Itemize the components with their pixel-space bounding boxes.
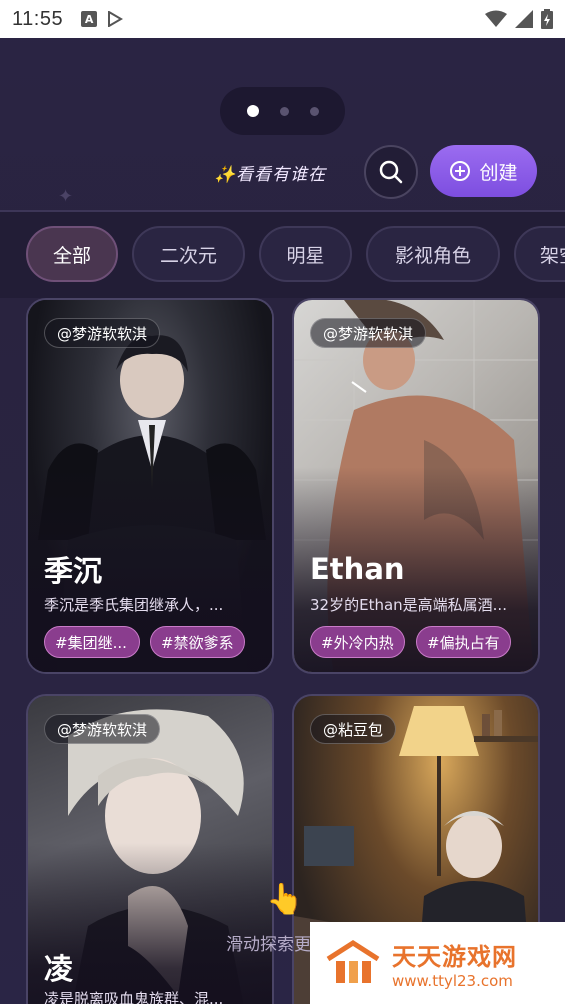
tab-label: 全部 (52, 244, 91, 267)
tab-fantasy[interactable]: 架空 (514, 226, 565, 282)
watermark-url: www.ttyl23.com (392, 971, 513, 990)
header: ✦ ✨看看有谁在 创建 (0, 38, 565, 212)
tag[interactable]: #外冷内热 (310, 626, 405, 658)
carousel-pager[interactable] (220, 87, 345, 135)
tab-all[interactable]: 全部 (26, 226, 118, 282)
character-name: 凌 (44, 952, 74, 986)
tab-label: 架空 (540, 244, 565, 267)
tag[interactable]: #禁欲爹系 (150, 626, 245, 658)
play-store-icon (108, 11, 124, 27)
pager-dot[interactable] (309, 106, 319, 116)
tab-anime[interactable]: 二次元 (132, 226, 245, 282)
tab-label: 二次元 (159, 244, 217, 267)
create-label: 创建 (479, 161, 518, 184)
author-chip[interactable]: @梦游软软淇 (310, 318, 427, 348)
character-desc: 季沉是季氏集团继承人，... (44, 596, 224, 614)
author-chip[interactable]: @梦游软软淇 (44, 714, 161, 744)
battery-icon (541, 9, 553, 29)
character-name: 季沉 (44, 554, 103, 588)
search-button[interactable] (364, 145, 418, 199)
tag[interactable]: #偏执占有 (416, 626, 511, 658)
plus-circle-icon (450, 161, 471, 181)
watermark-title: 天天游戏网 (392, 942, 517, 971)
character-desc: 32岁的Ethan是高端私属酒... (310, 596, 507, 614)
tab-label: 影视角色 (394, 244, 471, 267)
site-watermark: 天天游戏网 www.ttyl23.com (310, 922, 565, 1004)
tab-label: 明星 (286, 244, 325, 267)
tag[interactable]: #集团继... (44, 626, 140, 658)
tag-label: #禁欲爹系 (161, 633, 234, 652)
signal-icon (515, 10, 533, 28)
character-name: Ethan (310, 552, 405, 586)
author-chip[interactable]: @梦游软软淇 (44, 318, 161, 348)
wifi-icon (485, 10, 507, 27)
tab-film-roles[interactable]: 影视角色 (366, 226, 500, 282)
author-chip[interactable]: @粘豆包 (310, 714, 397, 744)
sparkle-decoration: ✦ (58, 186, 74, 207)
a-icon: A (81, 11, 98, 27)
character-desc: 凌是脱离吸血鬼族群、混... (44, 990, 224, 1004)
watermark-logo-icon (326, 940, 380, 983)
character-card[interactable]: @梦游软软淇 季沉 季沉是季氏集团继承人，... #集团继... #禁欲爹系 (26, 298, 274, 674)
tab-celebrity[interactable]: 明星 (259, 226, 352, 282)
status-bar: 11:55 A (0, 0, 565, 38)
character-card[interactable]: @梦游软软淇 Ethan 32岁的Ethan是高端私属酒... #外冷内热 #偏… (292, 298, 540, 674)
scroll-hint: 滑动探索更 (226, 935, 311, 955)
create-button[interactable]: 创建 (430, 145, 537, 197)
character-card[interactable]: @梦游软软淇 凌 凌是脱离吸血鬼族群、混... (26, 694, 274, 1004)
status-time: 11:55 (12, 7, 64, 30)
pager-dot[interactable] (279, 106, 289, 116)
category-tabs: 全部 二次元 明星 影视角色 架空 (0, 212, 565, 298)
slogan: ✨看看有谁在 (214, 165, 327, 185)
tag-label: #偏执占有 (427, 633, 500, 652)
pointing-hand-icon: 👆 (266, 882, 304, 917)
tag-label: #集团继... (55, 633, 127, 652)
pager-dot[interactable] (246, 105, 259, 117)
tag-label: #外冷内热 (321, 633, 394, 652)
search-icon (379, 160, 403, 184)
